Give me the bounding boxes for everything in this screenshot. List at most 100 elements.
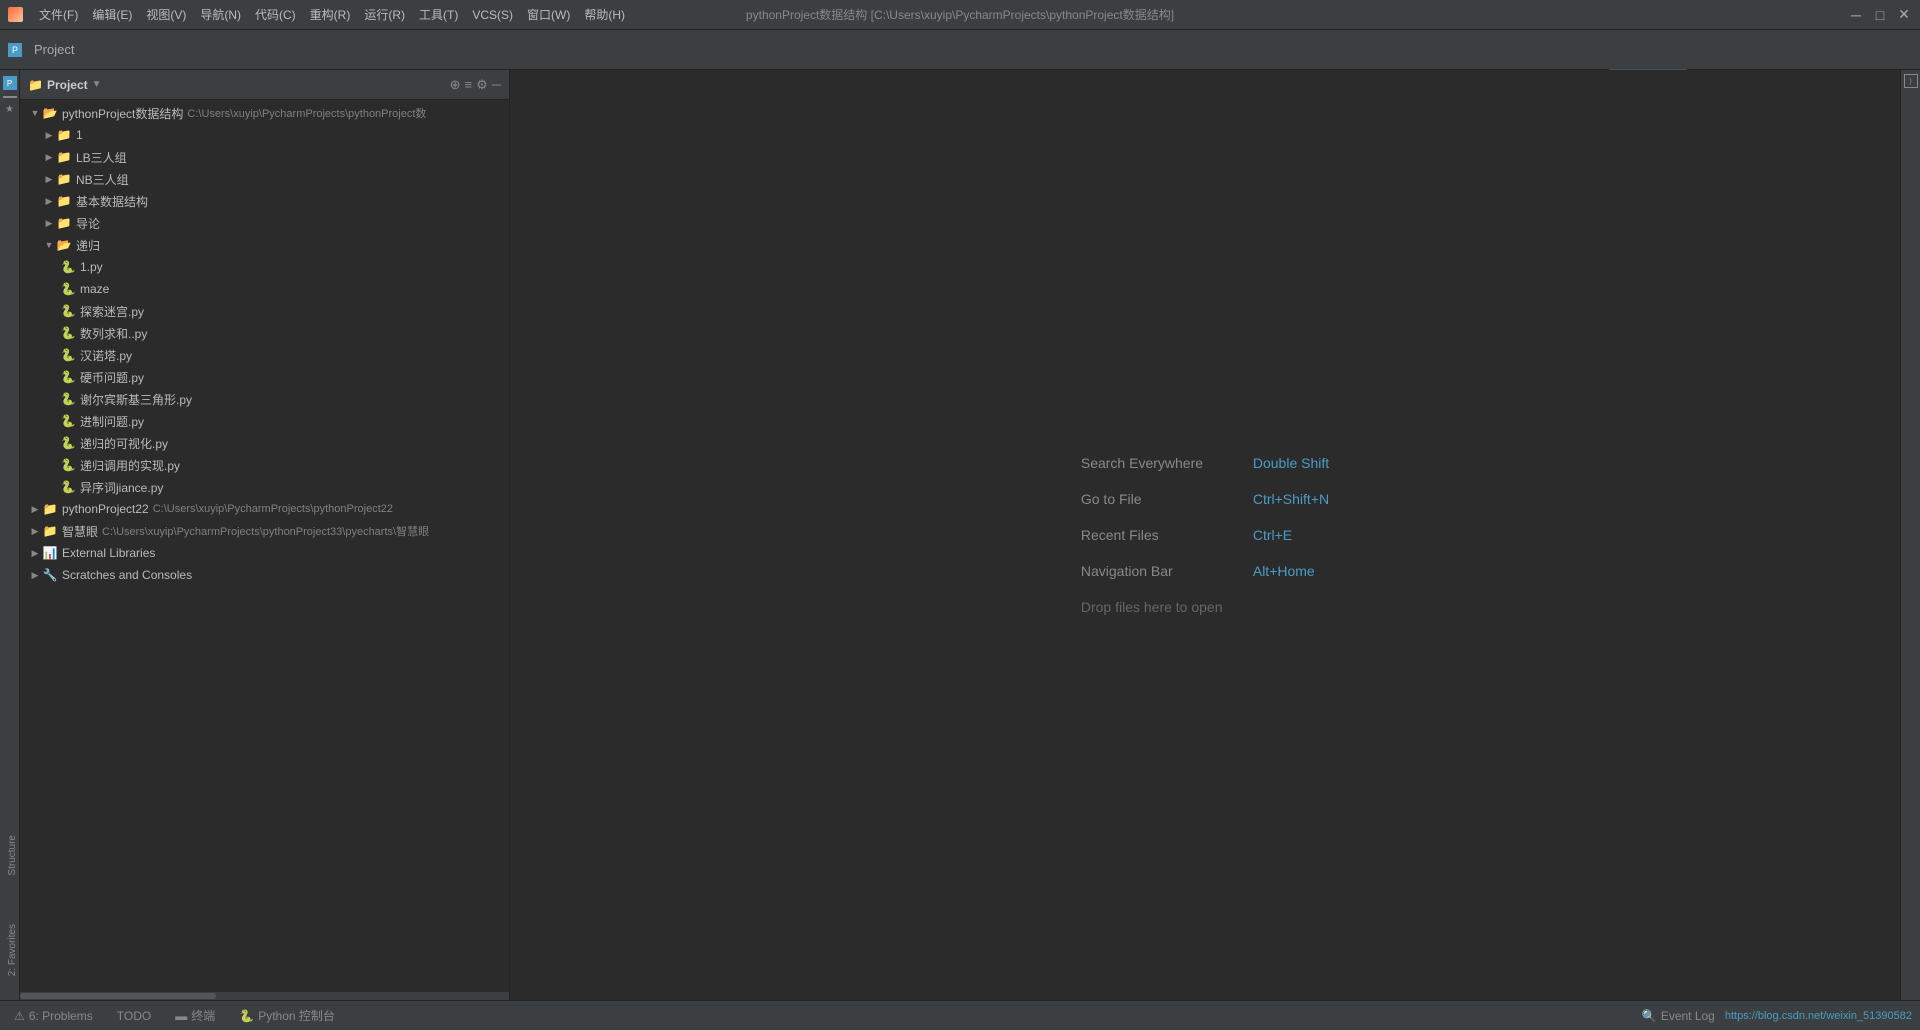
file-coin-icon: 🐍 (60, 369, 76, 385)
menu-run[interactable]: 运行(R) (358, 4, 411, 25)
file-base-label: 进制问题.py (80, 413, 144, 430)
event-log-icon: 🔍 (1642, 1009, 1657, 1023)
menu-edit[interactable]: 编辑(E) (86, 4, 138, 25)
problems-item[interactable]: ⚠ 6: Problems (8, 1007, 99, 1025)
project-header-label: 📁 Project ▼ (28, 78, 102, 92)
recent-files-shortcut[interactable]: Ctrl+E (1253, 527, 1292, 543)
folder-nb[interactable]: ▶ 📁 NB三人组 (20, 168, 509, 190)
folder-recursion[interactable]: ▼ 📂 递归 (20, 234, 509, 256)
favorites-tab[interactable]: 2: Favorites (0, 920, 20, 980)
root-path: C:\Users\xuyip\PycharmProjects\pythonPro… (187, 105, 426, 121)
folder-intro[interactable]: ▶ 📁 导论 (20, 212, 509, 234)
menu-file[interactable]: 文件(F) (33, 4, 84, 25)
menu-tools[interactable]: 工具(T) (413, 4, 464, 25)
menu-window[interactable]: 窗口(W) (521, 4, 576, 25)
navigation-bar-shortcut[interactable]: Alt+Home (1253, 563, 1315, 579)
folder-intro-icon: 📁 (56, 215, 72, 231)
tree-root[interactable]: ▼ 📂 pythonProject数据结构 C:\Users\xuyip\Pyc… (20, 102, 509, 124)
project-zhihui[interactable]: ▶ 📁 智慧眼 C:\Users\xuyip\PycharmProjects\p… (20, 520, 509, 542)
folder-lb-icon: 📁 (56, 149, 72, 165)
file-anagram-icon: 🐍 (60, 479, 76, 495)
menu-code[interactable]: 代码(C) (249, 4, 302, 25)
statusbar: ⚠ 6: Problems TODO ▬ 终端 🐍 Python 控制台 🔍 E… (0, 1000, 1920, 1030)
search-everywhere-shortcut[interactable]: Double Shift (1253, 455, 1329, 471)
right-panel-toggle[interactable]: ⟩ (1904, 74, 1918, 88)
menu-navigate[interactable]: 导航(N) (194, 4, 247, 25)
recent-files-row: Recent Files Ctrl+E (1081, 527, 1329, 543)
tree-scrollbar[interactable] (20, 992, 509, 1000)
file-sierpinski-label: 谢尔宾斯基三角形.py (80, 391, 192, 408)
menu-refactor[interactable]: 重构(R) (304, 4, 357, 25)
maximize-button[interactable]: □ (1872, 7, 1888, 23)
close-button[interactable]: ✕ (1896, 7, 1912, 23)
expand-all-icon[interactable]: ≡ (465, 77, 473, 93)
file-maze[interactable]: 🐍 maze (20, 278, 509, 300)
external-icon: 📊 (42, 545, 58, 561)
file-hanoi[interactable]: 🐍 汉诺塔.py (20, 344, 509, 366)
file-coin[interactable]: 🐍 硬币问题.py (20, 366, 509, 388)
project-nav-icon[interactable]: P (3, 76, 17, 90)
terminal-icon: ▬ (175, 1009, 187, 1023)
folder-lb[interactable]: ▶ 📁 LB三人组 (20, 146, 509, 168)
project-zhihui-arrow: ▶ (28, 524, 42, 538)
external-libraries[interactable]: ▶ 📊 External Libraries (20, 542, 509, 564)
file-visual[interactable]: 🐍 递归的可视化.py (20, 432, 509, 454)
bookmark-icon[interactable]: ★ (5, 104, 14, 115)
folder-1-icon: 📁 (56, 127, 72, 143)
scratches-icon: 🔧 (42, 567, 58, 583)
recent-files-label: Recent Files (1081, 527, 1241, 543)
project-22-icon: 📁 (42, 501, 58, 517)
drop-files-label: Drop files here to open (1081, 599, 1223, 615)
goto-file-row: Go to File Ctrl+Shift+N (1081, 491, 1329, 507)
search-everywhere-row: Search Everywhere Double Shift (1081, 455, 1329, 471)
file-1py[interactable]: 🐍 1.py (20, 256, 509, 278)
statusbar-left: ⚠ 6: Problems TODO ▬ 终端 🐍 Python 控制台 (8, 1005, 341, 1026)
menu-help[interactable]: 帮助(H) (578, 4, 631, 25)
event-log-item[interactable]: 🔍 Event Log (1636, 1007, 1721, 1025)
menu-vcs[interactable]: VCS(S) (466, 6, 519, 24)
structure-tab[interactable]: Structure (0, 831, 20, 880)
divider-1 (3, 96, 17, 98)
folder-basic[interactable]: ▶ 📁 基本数据结构 (20, 190, 509, 212)
left-vertical-bar: P ★ Structure 2: Favorites (0, 70, 20, 1000)
file-explore-maze[interactable]: 🐍 探索迷宫.py (20, 300, 509, 322)
todo-label: TODO (117, 1009, 151, 1023)
file-visual-label: 递归的可视化.py (80, 435, 168, 452)
python-label: Python 控制台 (258, 1007, 335, 1024)
minimize-button[interactable]: ─ (1848, 7, 1864, 23)
hide-panel-icon[interactable]: ─ (492, 77, 501, 93)
titlebar-menu: 文件(F) 编辑(E) 视图(V) 导航(N) 代码(C) 重构(R) 运行(R… (33, 4, 631, 25)
external-arrow: ▶ (28, 546, 42, 560)
file-impl[interactable]: 🐍 递归调用的实现.py (20, 454, 509, 476)
folder-1-label: 1 (76, 128, 83, 142)
file-sequence[interactable]: 🐍 数列求和..py (20, 322, 509, 344)
menu-view[interactable]: 视图(V) (140, 4, 192, 25)
file-maze-label: maze (80, 282, 109, 296)
project-arrow[interactable]: ▼ (92, 79, 102, 90)
python-console-item[interactable]: 🐍 Python 控制台 (233, 1005, 341, 1026)
file-sequence-icon: 🐍 (60, 325, 76, 341)
todo-item[interactable]: TODO (111, 1007, 157, 1025)
scratches-arrow: ▶ (28, 568, 42, 582)
folder-basic-icon: 📁 (56, 193, 72, 209)
settings-icon[interactable]: ⚙ (476, 77, 488, 93)
folder-basic-arrow: ▶ (42, 194, 56, 208)
scratches-and-consoles[interactable]: ▶ 🔧 Scratches and Consoles (20, 564, 509, 586)
file-1py-icon: 🐍 (60, 259, 76, 275)
folder-lb-label: LB三人组 (76, 149, 127, 166)
terminal-item[interactable]: ▬ 终端 (169, 1005, 221, 1026)
file-sierpinski[interactable]: 🐍 谢尔宾斯基三角形.py (20, 388, 509, 410)
file-anagram[interactable]: 🐍 异序词jiance.py (20, 476, 509, 498)
project-22[interactable]: ▶ 📁 pythonProject22 C:\Users\xuyip\Pycha… (20, 498, 509, 520)
file-1py-label: 1.py (80, 260, 103, 274)
collapse-all-icon[interactable]: ⊕ (450, 77, 461, 93)
root-arrow: ▼ (28, 106, 42, 120)
folder-1[interactable]: ▶ 📁 1 (20, 124, 509, 146)
titlebar-left: 文件(F) 编辑(E) 视图(V) 导航(N) 代码(C) 重构(R) 运行(R… (8, 4, 631, 25)
goto-file-shortcut[interactable]: Ctrl+Shift+N (1253, 491, 1329, 507)
file-coin-label: 硬币问题.py (80, 369, 144, 386)
project-icon: P (8, 43, 22, 57)
file-base[interactable]: 🐍 进制问题.py (20, 410, 509, 432)
tree-scrollbar-thumb (20, 993, 216, 999)
folder-recursion-icon: 📂 (56, 237, 72, 253)
